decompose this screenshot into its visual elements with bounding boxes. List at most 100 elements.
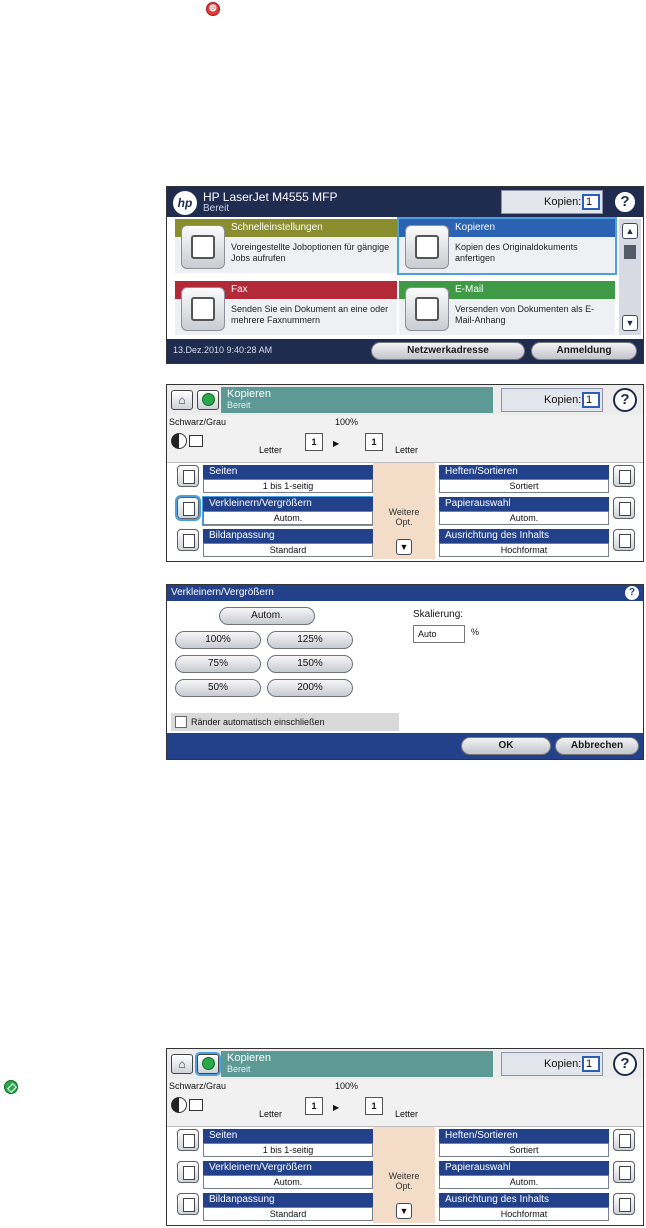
device-status: Bereit [203, 203, 230, 214]
reduce-enlarge-icon[interactable] [177, 1161, 199, 1183]
checkbox[interactable] [175, 716, 187, 728]
start-button[interactable] [197, 390, 219, 410]
option-seiten[interactable]: Seiten 1 bis 1-seitig [203, 465, 373, 493]
option-label: Seiten [203, 465, 373, 479]
option-bildanpassung[interactable]: Bildanpassung Standard [203, 529, 373, 557]
option-label: Ausrichtung des Inhalts [439, 529, 609, 543]
size-150-button[interactable]: 150% [267, 655, 353, 673]
dialog-footer: OK Abbrechen [167, 733, 643, 759]
option-ausrichtung[interactable]: Ausrichtung des Inhalts Hochformat [439, 529, 609, 557]
page-status: Bereit [227, 400, 251, 410]
copy-header: ⌂ Kopieren Bereit Kopien: 1 ? [167, 1049, 643, 1079]
cancel-button[interactable]: Abbrechen [555, 737, 639, 755]
input-paper-size: Letter [259, 1109, 283, 1119]
checkbox-label: Ränder automatisch einschließen [191, 717, 325, 727]
pages-icon[interactable] [177, 1129, 199, 1151]
copy-header: ⌂ Kopieren Bereit Kopien: 1 ? [167, 385, 643, 415]
staple-icon[interactable] [613, 1129, 635, 1151]
copies-input[interactable]: 1 [582, 194, 600, 210]
size-100-button[interactable]: 100% [175, 631, 261, 649]
more-options[interactable]: Weitere Opt. ▼ [373, 463, 435, 559]
fax-icon [181, 287, 225, 331]
more-options-line2: Opt. [395, 517, 413, 527]
option-label: Papierauswahl [439, 497, 609, 511]
output-count: 1 [365, 433, 383, 451]
ok-button[interactable]: OK [461, 737, 551, 755]
home-footer: 13.Dez.2010 9:40:28 AM Netzwerkadresse A… [167, 339, 643, 363]
auto-button[interactable]: Autom. [219, 607, 315, 625]
staple-icon[interactable] [613, 465, 635, 487]
tile-email[interactable]: E-Mail Versenden von Dokumenten als E-Ma… [399, 281, 615, 335]
option-ausrichtung[interactable]: Ausrichtung des Inhalts Hochformat [439, 1193, 609, 1221]
help-button[interactable]: ? [613, 1052, 637, 1076]
color-mode-icon [171, 1097, 187, 1113]
option-value: Autom. [203, 1175, 373, 1189]
paper-select-icon[interactable] [613, 1161, 635, 1183]
option-heften[interactable]: Heften/Sortieren Sortiert [439, 1129, 609, 1157]
copies-box: Kopien: 1 [501, 388, 603, 412]
option-label: Seiten [203, 1129, 373, 1143]
option-papierauswahl[interactable]: Papierauswahl Autom. [439, 1161, 609, 1189]
chevron-down-icon[interactable]: ▼ [396, 1203, 412, 1219]
home-button[interactable]: ⌂ [171, 1054, 193, 1074]
title-bar: Kopieren Bereit [221, 387, 493, 413]
option-value: 1 bis 1-seitig [203, 479, 373, 493]
option-heften[interactable]: Heften/Sortieren Sortiert [439, 465, 609, 493]
option-label: Heften/Sortieren [439, 465, 609, 479]
option-label: Bildanpassung [203, 1193, 373, 1207]
tile-kopieren[interactable]: Kopieren Kopien des Originaldokuments an… [397, 217, 617, 275]
option-seiten[interactable]: Seiten 1 bis 1-seitig [203, 1129, 373, 1157]
page-status: Bereit [227, 1064, 251, 1074]
help-button[interactable]: ? [613, 388, 637, 412]
option-papierauswahl[interactable]: Papierauswahl Autom. [439, 497, 609, 525]
orientation-icon[interactable] [613, 1193, 635, 1215]
option-label: Heften/Sortieren [439, 1129, 609, 1143]
size-50-button[interactable]: 50% [175, 679, 261, 697]
copies-input[interactable]: 1 [582, 392, 600, 408]
login-button[interactable]: Anmeldung [531, 342, 637, 360]
more-options-line1: Weitere [388, 507, 420, 517]
scaling-label: Skalierung: [413, 609, 464, 620]
scroll-down-button[interactable]: ▼ [622, 315, 638, 331]
image-adjust-icon[interactable] [177, 529, 199, 551]
copies-input[interactable]: 1 [582, 1056, 600, 1072]
option-verkleinern[interactable]: Verkleinern/Vergrößern Autom. [203, 1161, 373, 1189]
auto-include-margins[interactable]: Ränder automatisch einschließen [171, 713, 399, 731]
network-address-button[interactable]: Netzwerkadresse [371, 342, 525, 360]
tile-fax[interactable]: Fax Senden Sie ein Dokument an eine oder… [175, 281, 397, 335]
size-125-button[interactable]: 125% [267, 631, 353, 649]
home-scrollbar[interactable]: ▲ ▼ [619, 219, 641, 335]
tile-schnelleinstellungen[interactable]: Schnelleinstellungen Voreingestellte Job… [175, 219, 397, 273]
image-adjust-icon[interactable] [177, 1193, 199, 1215]
output-paper-size: Letter [395, 1109, 419, 1119]
pages-icon[interactable] [177, 465, 199, 487]
start-button[interactable] [195, 1052, 221, 1076]
document-icon [189, 1099, 203, 1111]
scaling-unit: % [471, 627, 480, 637]
scroll-thumb[interactable] [624, 245, 636, 259]
option-value: 1 bis 1-seitig [203, 1143, 373, 1157]
home-button[interactable]: ⌂ [171, 390, 193, 410]
help-button[interactable]: ? [613, 190, 637, 214]
start-icon [202, 1057, 215, 1070]
arrow-right-icon: ▶ [333, 439, 340, 448]
copy-screen-2: ⌂ Kopieren Bereit Kopien: 1 ? Schwarz/Gr… [166, 1048, 644, 1226]
size-200-button[interactable]: 200% [267, 679, 353, 697]
more-options[interactable]: Weitere Opt. ▼ [373, 1127, 435, 1223]
option-verkleinern[interactable]: Verkleinern/Vergrößern Autom. [202, 496, 374, 526]
paper-select-icon[interactable] [613, 497, 635, 519]
orientation-icon[interactable] [613, 529, 635, 551]
color-mode: Schwarz/Grau [169, 1081, 227, 1091]
input-paper-size: Letter [259, 445, 283, 455]
scroll-up-button[interactable]: ▲ [622, 223, 638, 239]
copies-box: Kopien: 1 [501, 190, 603, 214]
help-icon[interactable]: ? [625, 586, 639, 600]
more-options-line2: Opt. [395, 1181, 413, 1191]
scaling-input[interactable]: Auto [413, 625, 465, 643]
size-75-button[interactable]: 75% [175, 655, 261, 673]
option-value: Hochformat [439, 543, 609, 557]
option-label: Ausrichtung des Inhalts [439, 1193, 609, 1207]
chevron-down-icon[interactable]: ▼ [396, 539, 412, 555]
reduce-enlarge-icon[interactable] [175, 495, 201, 521]
option-bildanpassung[interactable]: Bildanpassung Standard [203, 1193, 373, 1221]
